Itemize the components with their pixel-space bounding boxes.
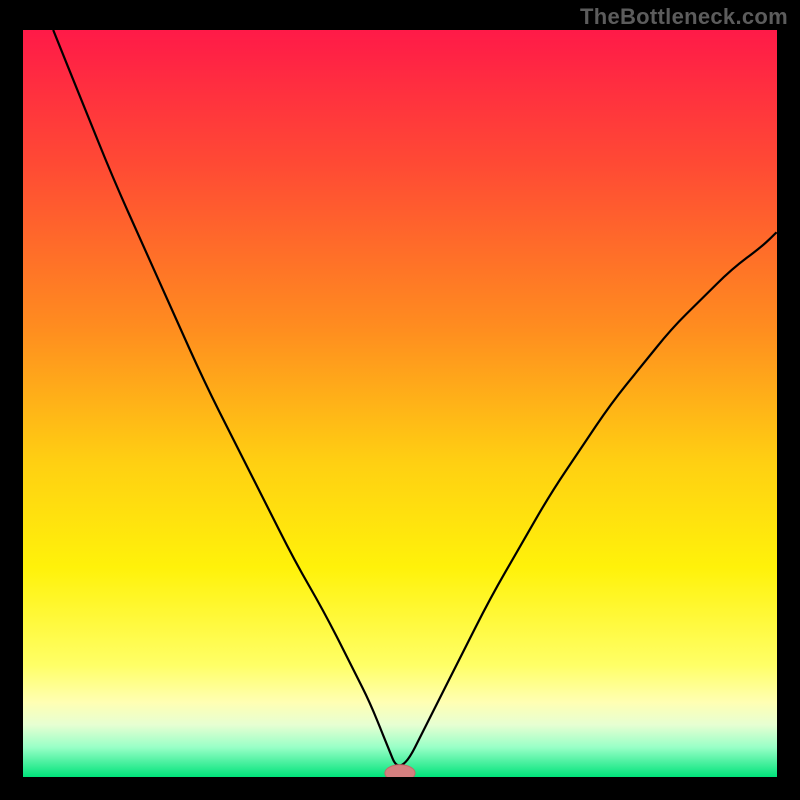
- optimum-marker: [385, 765, 415, 777]
- chart-container: TheBottleneck.com: [0, 0, 800, 800]
- plot-area: [23, 30, 777, 777]
- gradient-background: [23, 30, 777, 777]
- watermark-text: TheBottleneck.com: [580, 4, 788, 30]
- plot-svg: [23, 30, 777, 777]
